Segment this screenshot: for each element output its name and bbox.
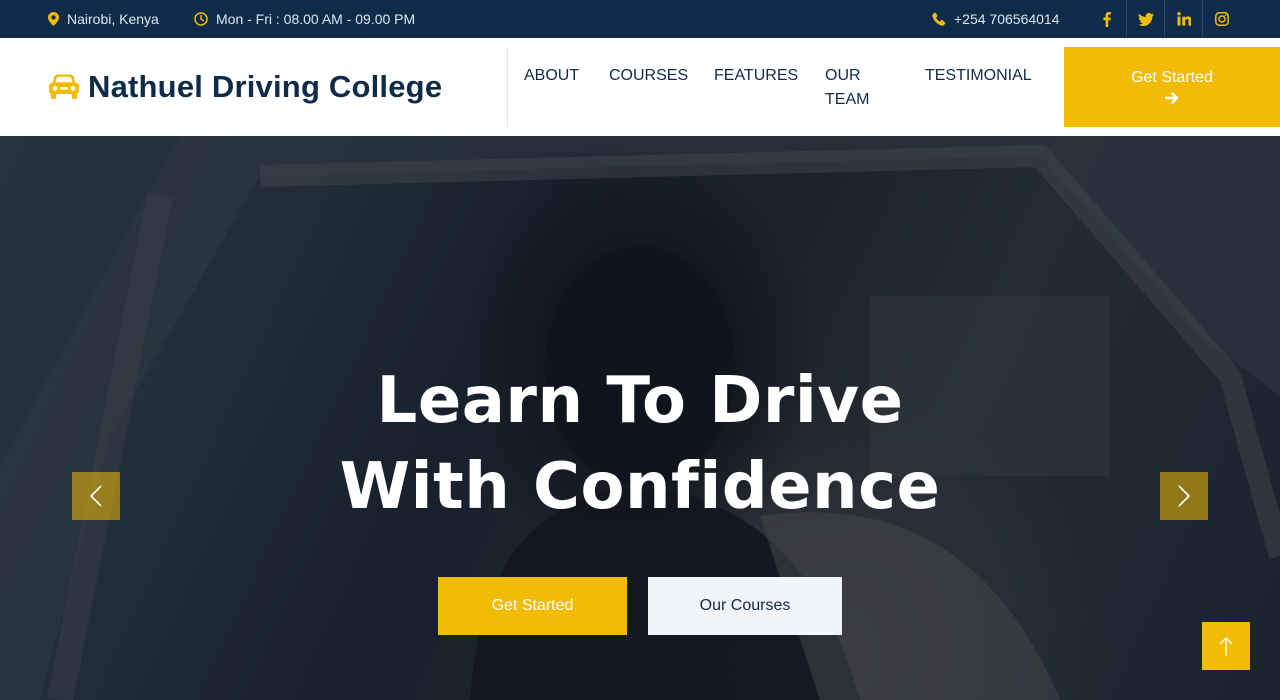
location-text: Nairobi, Kenya <box>67 11 159 27</box>
twitter-icon <box>1137 12 1154 26</box>
top-info-bar: Nairobi, Kenya Mon - Fri : 08.00 AM - 09… <box>0 0 1280 38</box>
header-get-started-button[interactable]: Get Started <box>1064 47 1280 127</box>
facebook-icon <box>1103 11 1111 27</box>
brand-name: Nathuel Driving College <box>88 69 443 104</box>
main-header: Nathuel Driving College ABOUT COURSES FE… <box>0 38 1280 136</box>
hours-text: Mon - Fri : 08.00 AM - 09.00 PM <box>216 11 416 27</box>
clock-icon <box>194 12 208 26</box>
hero-our-courses-button[interactable]: Our Courses <box>648 577 842 635</box>
nav-item-features[interactable]: FEATURES <box>714 64 798 88</box>
hero-title: Learn To Drive With Confidence <box>0 358 1280 530</box>
hours-info: Mon - Fri : 08.00 AM - 09.00 PM <box>194 0 415 38</box>
back-to-top-button[interactable] <box>1202 622 1250 670</box>
hero-title-line-2: With Confidence <box>339 450 941 524</box>
hero-get-started-button[interactable]: Get Started <box>438 577 627 635</box>
nav-item-about[interactable]: ABOUT <box>524 64 579 88</box>
linkedin-link[interactable] <box>1164 0 1202 38</box>
phone-text: +254 706564014 <box>954 11 1060 27</box>
arrow-up-icon <box>1219 636 1233 656</box>
chevron-right-icon <box>1178 485 1191 507</box>
carousel-next-button[interactable] <box>1160 472 1208 520</box>
brand-logo[interactable]: Nathuel Driving College <box>48 38 442 136</box>
header-cta-label: Get Started <box>1131 69 1213 86</box>
map-marker-icon <box>48 12 59 26</box>
phone-icon <box>932 12 946 26</box>
location-info: Nairobi, Kenya <box>48 0 159 38</box>
arrow-right-icon <box>1165 92 1179 104</box>
carousel-prev-button[interactable] <box>72 472 120 520</box>
chevron-left-icon <box>89 485 102 507</box>
instagram-icon <box>1214 12 1229 26</box>
instagram-link[interactable] <box>1202 0 1240 38</box>
header-divider <box>507 47 508 127</box>
phone-info[interactable]: +254 706564014 <box>932 0 1060 38</box>
twitter-link[interactable] <box>1126 0 1164 38</box>
nav-item-testimonial[interactable]: TESTIMONIAL <box>925 64 1032 88</box>
hero-carousel: Learn To Drive With Confidence Get Start… <box>0 136 1280 700</box>
hero-title-line-1: Learn To Drive <box>376 364 904 438</box>
facebook-link[interactable] <box>1088 0 1126 38</box>
nav-item-courses[interactable]: COURSES <box>609 64 688 88</box>
social-links <box>1088 0 1240 38</box>
linkedin-icon <box>1176 12 1191 26</box>
car-icon <box>49 74 79 99</box>
nav-item-our-team[interactable]: OUR TEAM <box>825 64 885 112</box>
